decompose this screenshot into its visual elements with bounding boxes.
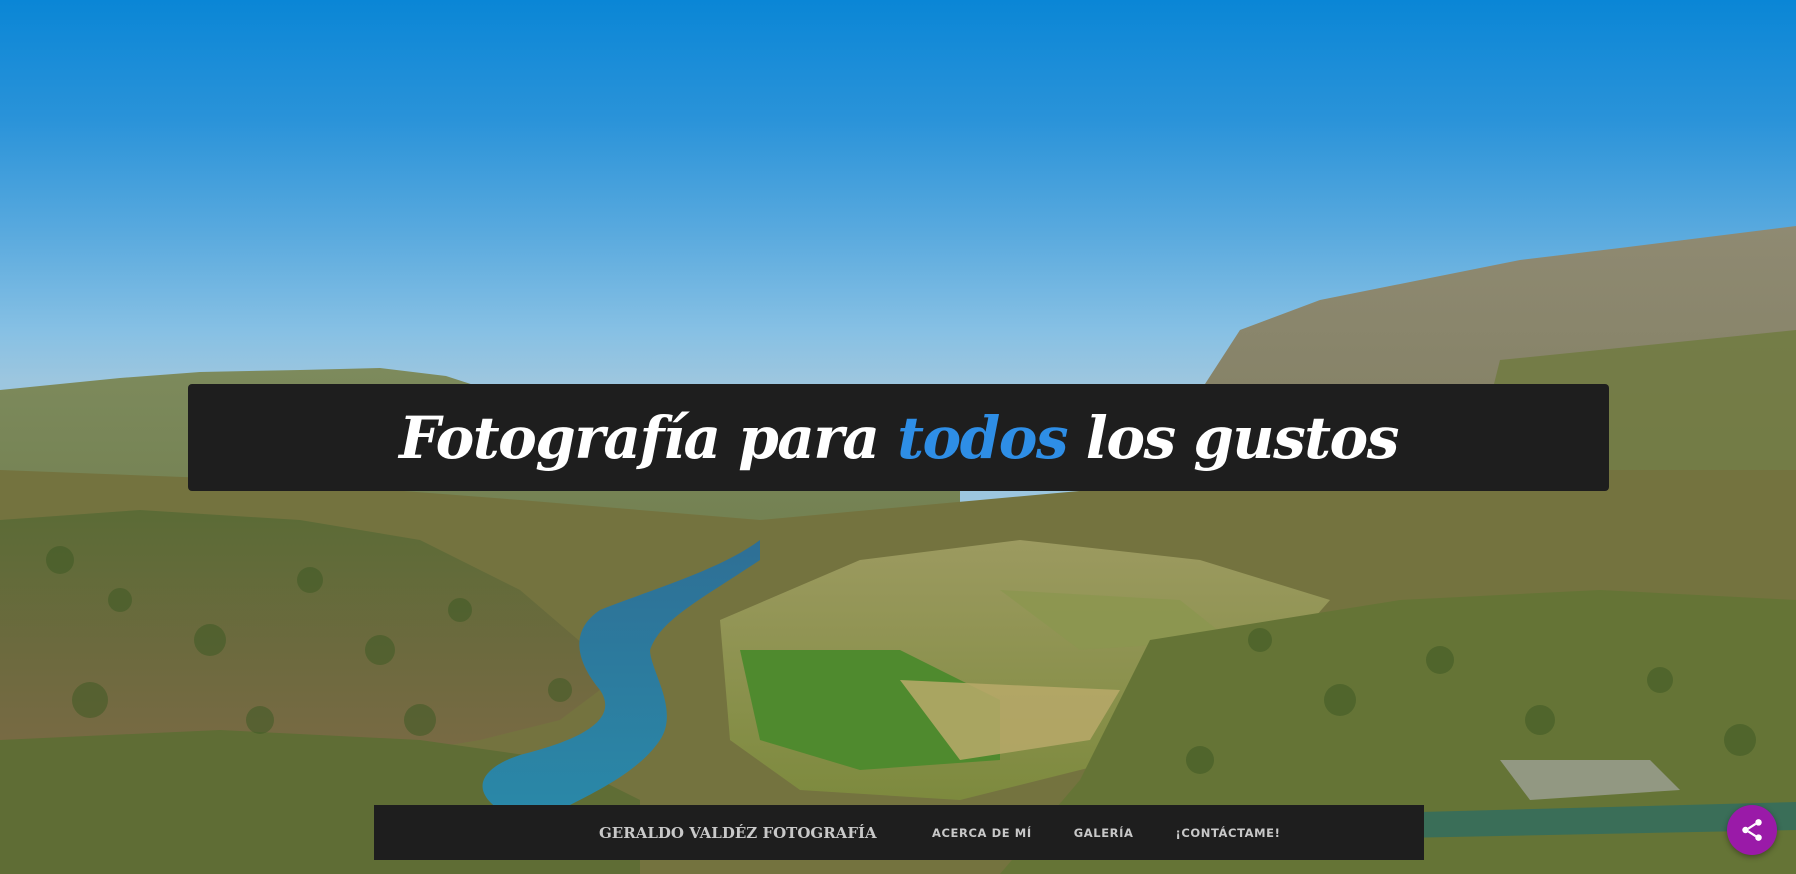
hero-title-banner: Fotografía para todos los gustos [188, 384, 1609, 491]
hero-section: Fotografía para todos los gustos GERALDO… [0, 0, 1796, 874]
nav-link-gallery[interactable]: GALERÍA [1074, 826, 1134, 840]
site-brand-link[interactable]: GERALDO VALDÉZ FOTOGRAFÍA [599, 805, 877, 860]
share-icon [1742, 819, 1762, 841]
hero-title-accent: todos [897, 403, 1068, 472]
nav-links: ACERCA DE MÍ GALERÍA ¡CONTÁCTAME! [932, 805, 1322, 860]
nav-link-contact[interactable]: ¡CONTÁCTAME! [1176, 826, 1281, 840]
hero-title-part-2: los gustos [1067, 403, 1400, 472]
nav-link-about[interactable]: ACERCA DE MÍ [932, 826, 1032, 840]
main-navbar: GERALDO VALDÉZ FOTOGRAFÍA ACERCA DE MÍ G… [374, 805, 1424, 860]
share-button[interactable] [1727, 805, 1777, 855]
hero-title: Fotografía para todos los gustos [399, 403, 1400, 472]
hero-title-part-1: Fotografía para [399, 403, 898, 472]
